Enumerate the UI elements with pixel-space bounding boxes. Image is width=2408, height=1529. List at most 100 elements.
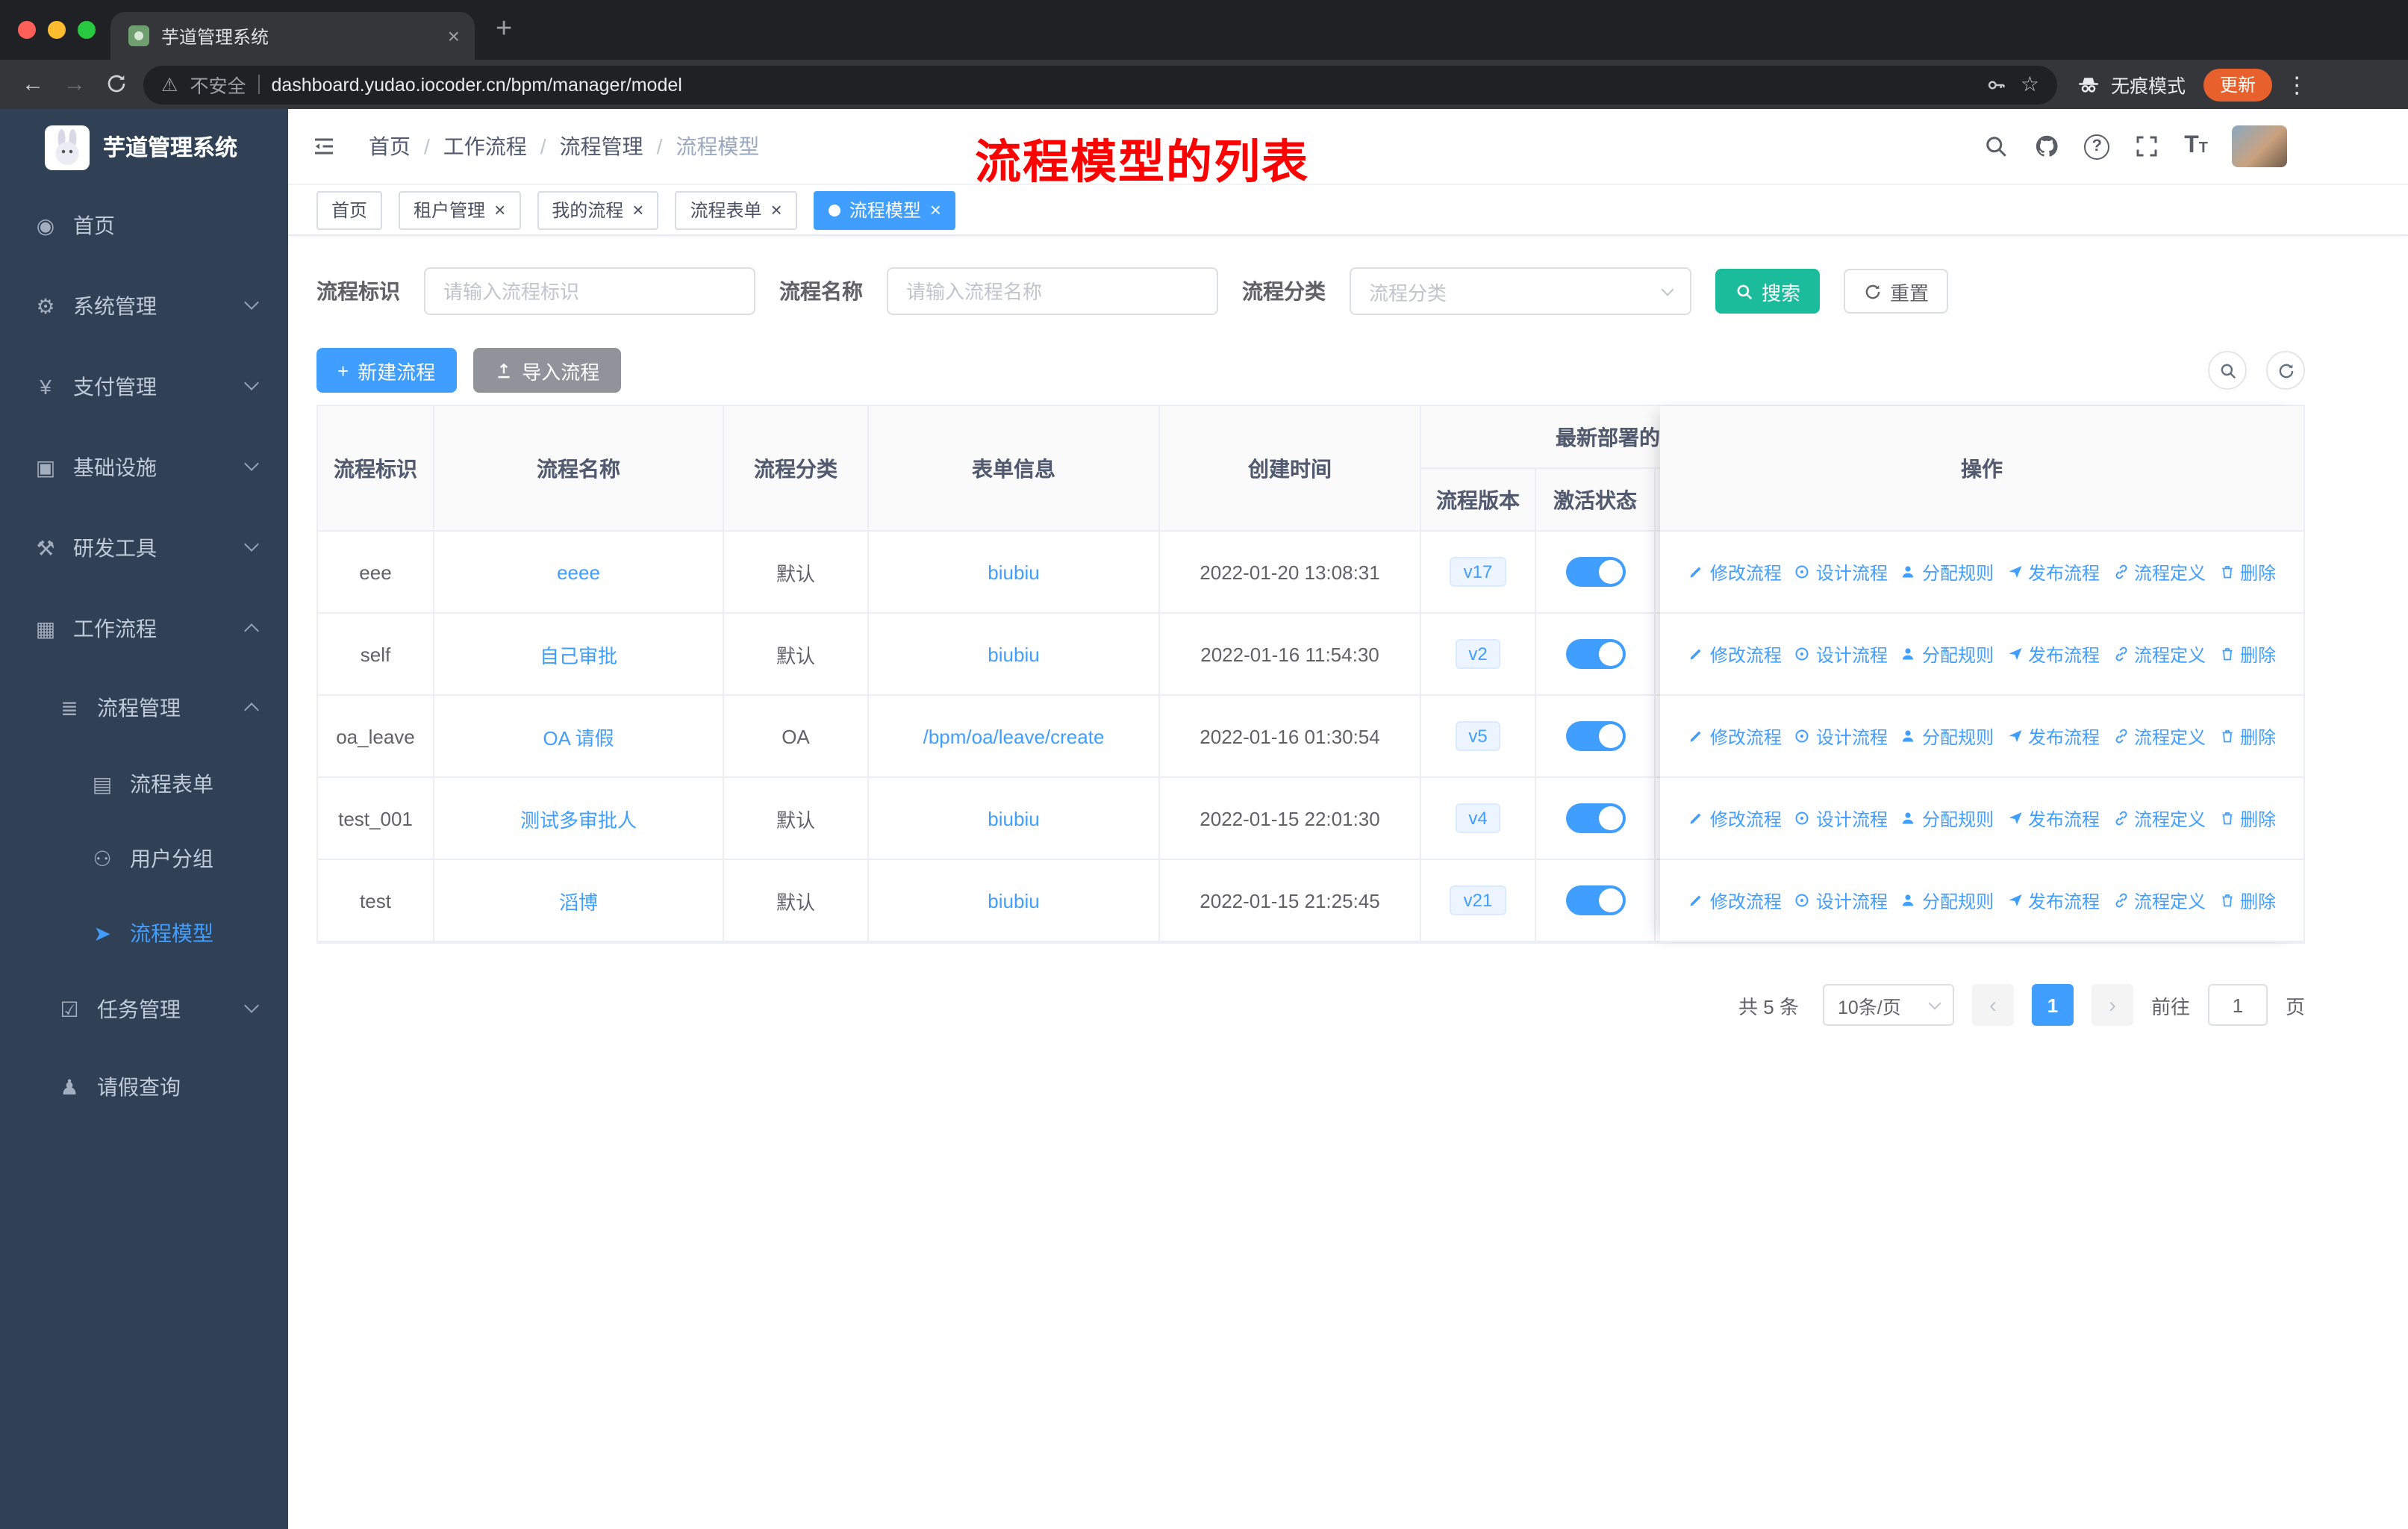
edit-action-link[interactable]: 修改流程 xyxy=(1688,723,1782,749)
search-icon[interactable] xyxy=(1983,133,2009,160)
sidebar-item-leave-query[interactable]: ♟ 请假查询 xyxy=(0,1048,288,1126)
tag-close-icon[interactable]: × xyxy=(494,200,505,219)
process-name-link[interactable]: 测试多审批人 xyxy=(520,804,637,832)
assign-action-link[interactable]: 分配规则 xyxy=(1900,641,1994,667)
process-name-link[interactable]: 滔博 xyxy=(559,886,598,915)
url-text[interactable]: dashboard.yudao.iocoder.cn/bpm/manager/m… xyxy=(271,74,681,95)
sidebar-item-process-management[interactable]: ≣ 流程管理 xyxy=(0,669,288,747)
sidebar-item-devtools[interactable]: ⚒ 研发工具 xyxy=(0,508,288,588)
sidebar-item-home[interactable]: ◉ 首页 xyxy=(0,185,288,266)
browser-menu-icon[interactable]: ⋮ xyxy=(2286,71,2308,98)
form-info-link[interactable]: biubiu xyxy=(988,807,1039,829)
toggle-search-icon[interactable] xyxy=(2208,351,2247,390)
avatar[interactable] xyxy=(2232,125,2287,167)
tag-item[interactable]: 流程表单 × xyxy=(675,190,797,229)
active-toggle[interactable] xyxy=(1565,721,1625,751)
sidebar-item-system[interactable]: ⚙ 系统管理 xyxy=(0,266,288,346)
breadcrumb-item[interactable]: 流程管理 xyxy=(560,131,643,161)
tag-item[interactable]: 流程模型 × xyxy=(813,190,956,229)
active-toggle[interactable] xyxy=(1565,639,1625,669)
delete-action-link[interactable]: 删除 xyxy=(2218,888,2276,913)
definition-action-link[interactable]: 流程定义 xyxy=(2112,888,2206,913)
page-1-button[interactable]: 1 xyxy=(2031,984,2074,1026)
tag-close-icon[interactable]: × xyxy=(632,200,643,219)
tab-close-icon[interactable]: × xyxy=(448,24,460,48)
active-toggle[interactable] xyxy=(1565,803,1625,833)
bookmark-star-icon[interactable]: ☆ xyxy=(2021,72,2039,97)
forward-button[interactable]: → xyxy=(54,72,96,97)
sidebar-collapse-icon[interactable] xyxy=(311,133,337,160)
edit-action-link[interactable]: 修改流程 xyxy=(1688,888,1782,913)
active-toggle[interactable] xyxy=(1565,885,1625,915)
process-key-input[interactable] xyxy=(424,267,755,315)
assign-action-link[interactable]: 分配规则 xyxy=(1900,888,1994,913)
edit-action-link[interactable]: 修改流程 xyxy=(1688,559,1782,585)
definition-action-link[interactable]: 流程定义 xyxy=(2112,641,2206,667)
design-action-link[interactable]: 设计流程 xyxy=(1794,888,1888,913)
publish-action-link[interactable]: 发布流程 xyxy=(2006,888,2100,913)
search-button[interactable]: 搜索 xyxy=(1715,269,1821,314)
edit-action-link[interactable]: 修改流程 xyxy=(1688,641,1782,667)
security-label[interactable]: 不安全 xyxy=(190,70,246,99)
create-process-button[interactable]: + 新建流程 xyxy=(316,348,457,393)
page-size-select[interactable]: 10条/页 xyxy=(1822,984,1954,1026)
edit-action-link[interactable]: 修改流程 xyxy=(1688,806,1782,831)
design-action-link[interactable]: 设计流程 xyxy=(1794,723,1888,749)
new-tab-button[interactable]: + xyxy=(496,13,512,46)
tag-close-icon[interactable]: × xyxy=(930,200,941,219)
sidebar-item-task-management[interactable]: ☑ 任务管理 xyxy=(0,971,288,1048)
publish-action-link[interactable]: 发布流程 xyxy=(2006,806,2100,831)
sidebar-item-infrastructure[interactable]: ▣ 基础设施 xyxy=(0,427,288,508)
window-close-button[interactable] xyxy=(18,21,36,39)
breadcrumb-item[interactable]: 首页 xyxy=(369,131,411,161)
active-toggle[interactable] xyxy=(1565,557,1625,587)
form-info-link[interactable]: /bpm/oa/leave/create xyxy=(923,725,1105,747)
design-action-link[interactable]: 设计流程 xyxy=(1794,641,1888,667)
browser-tab[interactable]: 芋道管理系统 × xyxy=(110,12,475,60)
sidebar-item-user-group[interactable]: ⚇ 用户分组 xyxy=(0,821,288,896)
fullscreen-icon[interactable] xyxy=(2133,133,2160,160)
process-name-input[interactable] xyxy=(887,267,1218,315)
definition-action-link[interactable]: 流程定义 xyxy=(2112,806,2206,831)
definition-action-link[interactable]: 流程定义 xyxy=(2112,723,2206,749)
address-bar[interactable]: ⚠ 不安全 dashboard.yudao.iocoder.cn/bpm/man… xyxy=(143,65,2057,104)
sidebar-item-process-model[interactable]: ➤ 流程模型 xyxy=(0,896,288,971)
delete-action-link[interactable]: 删除 xyxy=(2218,723,2276,749)
tag-close-icon[interactable]: × xyxy=(771,200,782,219)
tag-item[interactable]: 租户管理 × xyxy=(399,190,521,229)
tag-item[interactable]: 首页 xyxy=(316,190,383,229)
design-action-link[interactable]: 设计流程 xyxy=(1794,806,1888,831)
process-name-link[interactable]: OA 请假 xyxy=(543,722,614,750)
breadcrumb-item[interactable]: 工作流程 xyxy=(443,131,527,161)
delete-action-link[interactable]: 删除 xyxy=(2218,559,2276,585)
process-name-link[interactable]: 自己审批 xyxy=(540,640,617,668)
next-page-button[interactable]: › xyxy=(2091,984,2133,1026)
assign-action-link[interactable]: 分配规则 xyxy=(1900,806,1994,831)
browser-update-button[interactable]: 更新 xyxy=(2203,68,2273,101)
password-key-icon[interactable] xyxy=(1985,72,2009,96)
github-icon[interactable] xyxy=(2033,133,2060,160)
window-minimize-button[interactable] xyxy=(48,21,66,39)
form-info-link[interactable]: biubiu xyxy=(988,643,1039,665)
window-zoom-button[interactable] xyxy=(78,21,96,39)
import-process-button[interactable]: 导入流程 xyxy=(472,348,621,393)
sidebar-item-workflow[interactable]: ▦ 工作流程 xyxy=(0,588,288,669)
help-icon[interactable]: ? xyxy=(2084,134,2110,159)
assign-action-link[interactable]: 分配规则 xyxy=(1900,723,1994,749)
assign-action-link[interactable]: 分配规则 xyxy=(1900,559,1994,585)
font-size-icon[interactable]: TT xyxy=(2184,134,2208,158)
refresh-table-icon[interactable] xyxy=(2266,351,2305,390)
goto-page-input[interactable] xyxy=(2207,984,2268,1026)
definition-action-link[interactable]: 流程定义 xyxy=(2112,559,2206,585)
delete-action-link[interactable]: 删除 xyxy=(2218,806,2276,831)
publish-action-link[interactable]: 发布流程 xyxy=(2006,641,2100,667)
process-name-link[interactable]: eeee xyxy=(557,561,600,583)
back-button[interactable]: ← xyxy=(12,72,54,97)
reload-button[interactable] xyxy=(96,72,137,97)
reset-button[interactable]: 重置 xyxy=(1844,269,1949,314)
publish-action-link[interactable]: 发布流程 xyxy=(2006,723,2100,749)
design-action-link[interactable]: 设计流程 xyxy=(1794,559,1888,585)
tag-item[interactable]: 我的流程 × xyxy=(537,190,659,229)
sidebar-item-process-form[interactable]: ▤ 流程表单 xyxy=(0,747,288,821)
prev-page-button[interactable]: ‹ xyxy=(1971,984,2014,1026)
